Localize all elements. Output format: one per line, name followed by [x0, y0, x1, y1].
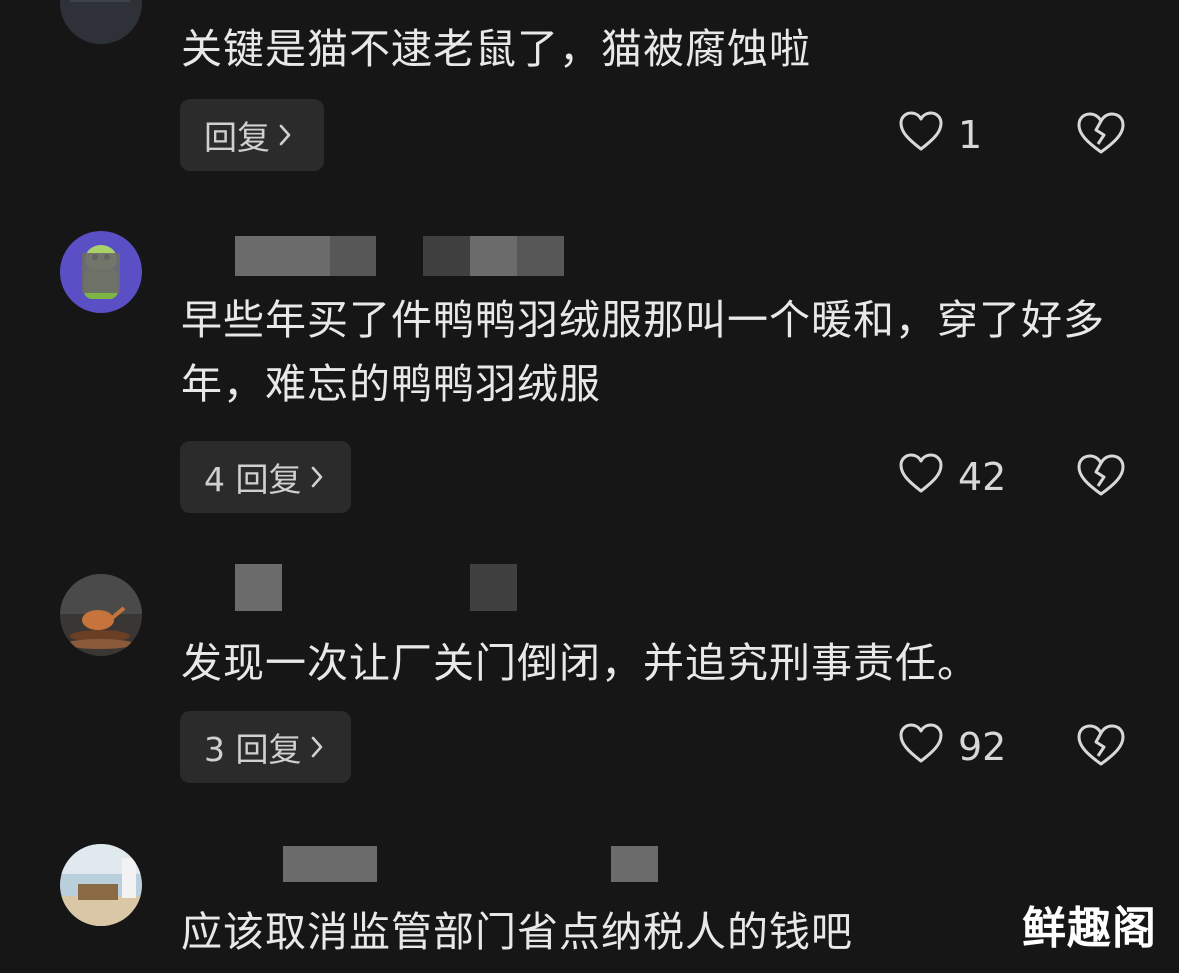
reply-button[interactable]: 3 回复 [180, 711, 351, 783]
username-redacted [423, 236, 470, 276]
comment-text: 关键是猫不逮老鼠了，猫被腐蚀啦 [181, 25, 811, 73]
reply-label: 4 回复 [204, 460, 302, 499]
username-redacted [611, 846, 658, 882]
reply-label: 回复 [204, 118, 270, 157]
username-redacted [235, 236, 330, 276]
watermark: 鲜趣阁 [1022, 903, 1157, 954]
reply-button[interactable]: 4 回复 [180, 441, 351, 513]
broken-heart-icon [1076, 111, 1126, 159]
dislike-button[interactable] [1076, 711, 1126, 783]
username-redacted [470, 564, 517, 611]
comment-text: 发现一次让厂关门倒闭，并追究刑事责任。 [181, 639, 979, 687]
like-button[interactable]: 92 [898, 711, 1006, 783]
dislike-button[interactable] [1076, 99, 1126, 171]
chevron-right-icon [310, 735, 324, 759]
avatar[interactable] [60, 0, 142, 44]
like-button[interactable]: 42 [898, 441, 1006, 513]
avatar[interactable] [60, 574, 142, 656]
reply-label: 3 回复 [204, 730, 302, 769]
username-redacted [470, 236, 517, 276]
username-redacted [330, 846, 377, 882]
dislike-button[interactable] [1076, 441, 1126, 513]
heart-icon [898, 452, 944, 503]
avatar[interactable] [60, 844, 142, 926]
like-button[interactable]: 1 [898, 99, 982, 171]
like-count: 92 [958, 725, 1007, 769]
like-count: 1 [958, 113, 983, 157]
heart-icon [898, 110, 944, 161]
chevron-right-icon [278, 123, 292, 147]
heart-icon [898, 722, 944, 773]
comment-text: 应该取消监管部门省点纳税人的钱吧 [181, 908, 853, 956]
username-redacted [235, 564, 282, 611]
reply-button[interactable]: 回复 [180, 99, 324, 171]
username-redacted [330, 236, 376, 276]
avatar[interactable] [60, 231, 142, 313]
broken-heart-icon [1076, 723, 1126, 771]
username-redacted [283, 846, 330, 882]
broken-heart-icon [1076, 453, 1126, 501]
comment-text: 早些年买了件鸭鸭羽绒服那叫一个暖和，穿了好多年，难忘的鸭鸭羽绒服 [181, 296, 1105, 408]
chevron-right-icon [310, 465, 324, 489]
username-redacted [517, 236, 564, 276]
like-count: 42 [958, 455, 1007, 499]
